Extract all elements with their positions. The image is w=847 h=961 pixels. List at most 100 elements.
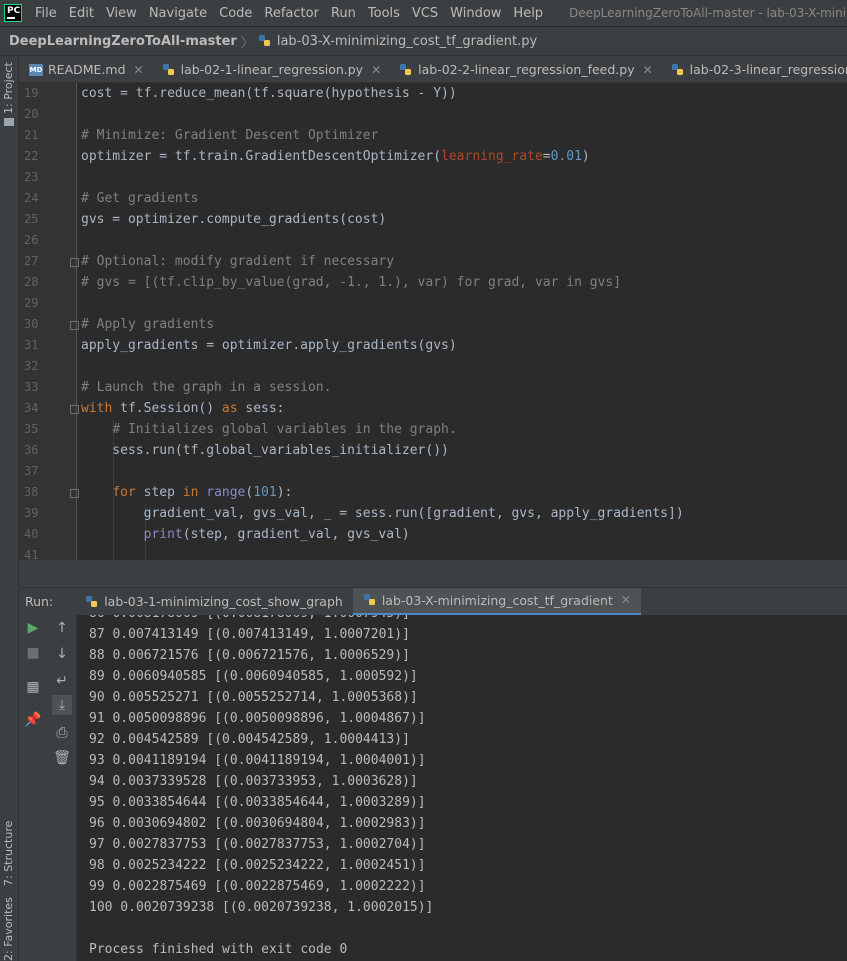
code-line: with tf.Session() as sess: (81, 401, 285, 416)
arrow-down-icon[interactable]: ↓ (52, 644, 72, 664)
menu-navigate[interactable]: Navigate (143, 6, 213, 21)
tab-label: lab-02-2-linear_regression_feed.py (418, 62, 635, 77)
console-line: 90 0.005525271 [(0.0055252714, 1.0005368… (89, 690, 418, 705)
favorites-tool-button[interactable]: 2: Favorites (2, 897, 15, 961)
line-number: 22 (24, 149, 39, 163)
code-line: # Optional: modify gradient if necessary (81, 254, 395, 269)
menu-file[interactable]: File (29, 6, 63, 21)
rerun-icon[interactable]: ▶ (23, 618, 43, 638)
run-tab-tf-gradient[interactable]: lab-03-X-minimizing_cost_tf_gradient ✕ (352, 588, 641, 615)
console-line: 95 0.0033854644 [(0.0033854644, 1.000328… (89, 795, 426, 810)
close-icon[interactable]: ✕ (134, 63, 144, 77)
code-line: # Initializes global variables in the gr… (112, 422, 457, 437)
line-number: 32 (24, 359, 39, 373)
tab-lab-02-2[interactable]: lab-02-2-linear_regression_feed.py ✕ (389, 56, 661, 82)
run-console[interactable]: 86 0.008178069 [(0.008178069, 1.0007945)… (77, 615, 847, 961)
menu-edit[interactable]: Edit (63, 6, 100, 21)
pin-icon[interactable]: 📌 (23, 710, 43, 730)
code-line: apply_gradients = optimizer.apply_gradie… (81, 338, 457, 353)
tab-lab-02-1[interactable]: lab-02-1-linear_regression.py ✕ (152, 56, 390, 82)
line-numbers: 19 20 21 22 23 24 25 26 27 28 29 30 31 3… (19, 83, 53, 560)
tab-readme[interactable]: MD README.md ✕ (19, 56, 152, 82)
console-line: 87 0.007413149 [(0.007413149, 1.0007201)… (89, 627, 410, 642)
menu-run[interactable]: Run (325, 6, 362, 21)
tab-label: lab-02-3-linear_regression_tensorflow.or… (689, 62, 847, 77)
menu-vcs[interactable]: VCS (406, 6, 444, 21)
code-line: # gvs = [(tf.clip_by_value(grad, -1., 1.… (81, 275, 622, 290)
menu-refactor[interactable]: Refactor (258, 6, 325, 21)
console-line: 94 0.0037339528 [(0.003733953, 1.0003628… (89, 774, 418, 789)
console-line: 93 0.0041189194 [(0.0041189194, 1.000400… (89, 753, 426, 768)
project-tool-button[interactable]: 1: Project (2, 62, 15, 114)
line-number: 39 (24, 506, 39, 520)
arrow-up-icon[interactable]: ↑ (52, 618, 72, 638)
scroll-to-end-icon[interactable]: ⤓ (52, 695, 72, 715)
code-line: for step in range(101): (112, 485, 293, 500)
python-icon (86, 595, 98, 607)
close-icon[interactable]: ✕ (371, 63, 381, 77)
console-line: 97 0.0027837753 [(0.0027837753, 1.000270… (89, 837, 426, 852)
window-title: DeepLearningZeroToAll-master - lab-03-X-… (569, 6, 847, 20)
code-line: # Launch the graph in a session. (81, 380, 332, 395)
breadcrumb-separator-icon: 〉 (240, 35, 254, 51)
close-icon[interactable]: ✕ (643, 63, 653, 77)
line-number: 26 (24, 233, 39, 247)
close-icon[interactable]: ✕ (621, 593, 631, 607)
menu-tools[interactable]: Tools (362, 6, 406, 21)
fold-marker-icon[interactable] (70, 405, 79, 414)
left-tool-stripe: 1: Project 7: Structure 2: Favorites (0, 56, 19, 961)
line-number: 40 (24, 527, 39, 541)
structure-tool-button[interactable]: 7: Structure (2, 821, 15, 886)
console-line: 89 0.0060940585 [(0.0060940585, 1.000592… (89, 669, 418, 684)
code-line: # Get gradients (81, 191, 199, 206)
line-number: 29 (24, 296, 39, 310)
code-line: print(step, gradient_val, gvs_val) (143, 527, 410, 542)
tab-lab-02-3[interactable]: lab-02-3-linear_regression_tensorflow.or… (661, 56, 847, 82)
menu-code[interactable]: Code (213, 6, 258, 21)
python-icon (363, 594, 375, 605)
line-number: 34 (24, 401, 39, 415)
run-tab-label: lab-03-X-minimizing_cost_tf_gradient (381, 592, 613, 608)
line-number: 38 (24, 485, 39, 499)
line-number: 36 (24, 443, 39, 457)
code-line: optimizer = tf.train.GradientDescentOpti… (81, 149, 590, 164)
python-icon (400, 63, 412, 75)
run-panel-header: Run: lab-03-1-minimizing_cost_show_graph… (19, 587, 847, 615)
editor-gutter: 19 20 21 22 23 24 25 26 27 28 29 30 31 3… (19, 83, 79, 560)
line-number: 27 (24, 254, 39, 268)
editor-tab-bar: MD README.md ✕ lab-02-1-linear_regressio… (19, 56, 847, 83)
soft-wrap-icon[interactable]: ↵ (52, 671, 72, 691)
fold-marker-icon[interactable] (70, 258, 79, 267)
trash-icon[interactable]: 🗑 (52, 748, 72, 768)
console-line: 88 0.006721576 [(0.006721576, 1.0006529)… (89, 648, 410, 663)
menu-help[interactable]: Help (507, 6, 549, 21)
breadcrumb-project[interactable]: DeepLearningZeroToAll-master (9, 34, 237, 49)
run-toolbar-left: ▶ ■ ▦ 📌 (19, 615, 47, 961)
fold-marker-icon[interactable] (70, 321, 79, 330)
layout-icon[interactable]: ▦ (23, 677, 43, 697)
menu-bar: PC File Edit View Navigate Code Refactor… (0, 0, 847, 26)
breadcrumb-file[interactable]: lab-03-X-minimizing_cost_tf_gradient.py (258, 34, 537, 49)
stop-icon[interactable]: ■ (23, 643, 43, 663)
folder-icon (4, 118, 14, 126)
run-tab-show-graph[interactable]: lab-03-1-minimizing_cost_show_graph (75, 588, 353, 615)
menu-view[interactable]: View (100, 6, 143, 21)
pycharm-logo-icon: PC (4, 4, 22, 22)
console-line: 98 0.0025234222 [(0.0025234222, 1.000245… (89, 858, 426, 873)
line-number: 41 (24, 548, 39, 560)
fold-marker-icon[interactable] (70, 489, 79, 498)
panel-divider[interactable] (19, 560, 847, 587)
markdown-icon: MD (29, 63, 43, 76)
line-number: 20 (24, 107, 39, 121)
line-number: 28 (24, 275, 39, 289)
print-icon[interactable]: ⎙ (52, 723, 72, 743)
code-editor[interactable]: 19 20 21 22 23 24 25 26 27 28 29 30 31 3… (19, 83, 847, 560)
console-line: 92 0.004542589 [(0.004542589, 1.0004413)… (89, 732, 410, 747)
menu-window[interactable]: Window (444, 6, 507, 21)
line-number: 30 (24, 317, 39, 331)
python-icon (162, 63, 174, 75)
